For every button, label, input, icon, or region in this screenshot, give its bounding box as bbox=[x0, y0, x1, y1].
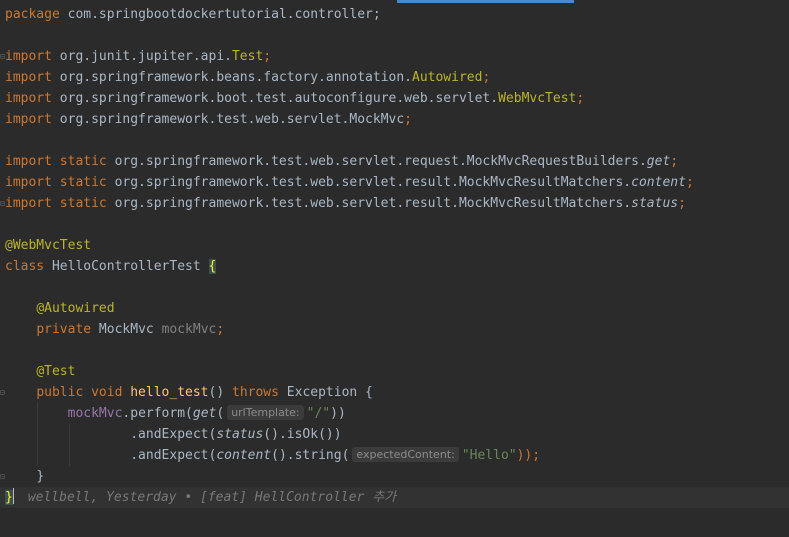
fold-end-icon[interactable]: ⊟ bbox=[0, 473, 5, 481]
closing-brace: } bbox=[36, 469, 45, 484]
code-line-11[interactable] bbox=[0, 214, 789, 235]
annotation: @WebMvcTest bbox=[5, 238, 92, 253]
code-line-15[interactable]: @Autowired bbox=[0, 298, 789, 319]
code-line-1[interactable]: package com.springbootdockertutorial.con… bbox=[0, 4, 789, 25]
method-call: .andExpect( bbox=[130, 448, 217, 463]
keyword: import bbox=[5, 112, 52, 127]
chain-mid: ().string( bbox=[271, 448, 350, 463]
keyword: throws bbox=[232, 385, 279, 400]
keyword: import bbox=[5, 91, 52, 106]
code-line-7[interactable] bbox=[0, 130, 789, 151]
code-line-21[interactable]: .andExpect(status().isOk()) bbox=[0, 424, 789, 445]
semicolon: ; bbox=[216, 322, 225, 337]
parens: () bbox=[208, 385, 232, 400]
code-line-4[interactable]: import org.springframework.beans.factory… bbox=[0, 67, 789, 88]
keyword: import bbox=[5, 49, 52, 64]
semicolon: ; bbox=[685, 175, 694, 190]
method-name: hello_test bbox=[130, 385, 209, 400]
import-class: WebMvcTest bbox=[498, 91, 577, 106]
method-call: .perform( bbox=[122, 406, 193, 421]
code-line-6[interactable]: import org.springframework.test.web.serv… bbox=[0, 109, 789, 130]
string-literal: "/" bbox=[306, 406, 331, 421]
semicolon: ; bbox=[678, 196, 686, 211]
code-line-17[interactable] bbox=[0, 340, 789, 361]
code-editor[interactable]: package com.springbootdockertutorial.con… bbox=[0, 4, 789, 508]
paren: )) bbox=[330, 406, 346, 421]
fold-icon[interactable]: ⊟ bbox=[0, 389, 5, 397]
active-tab-indicator bbox=[397, 0, 574, 3]
keyword: import static bbox=[5, 175, 107, 190]
indent-guide bbox=[37, 403, 38, 424]
statement-end: )); bbox=[516, 448, 541, 463]
keyword: class bbox=[5, 259, 45, 274]
import-path: org.springframework.test.web.servlet.req… bbox=[106, 154, 647, 169]
static-call: get bbox=[192, 406, 217, 421]
semicolon: ; bbox=[576, 91, 585, 106]
exception-type: Exception { bbox=[278, 385, 373, 400]
keyword: public void bbox=[36, 385, 131, 400]
code-line-3[interactable]: ⊟ import org.junit.jupiter.api.Test; bbox=[0, 46, 789, 67]
annotation: @Autowired bbox=[36, 301, 115, 316]
semicolon: ; bbox=[482, 70, 491, 85]
fold-icon[interactable]: ⊟ bbox=[0, 53, 5, 61]
code-line-16[interactable]: private MockMvc mockMvc; bbox=[0, 319, 789, 340]
code-line-23[interactable]: ⊟ } bbox=[0, 466, 789, 487]
keyword: import bbox=[5, 70, 52, 85]
method-call: .andExpect( bbox=[130, 427, 217, 442]
chain-rest: ().isOk()) bbox=[263, 427, 342, 442]
code-line-2[interactable] bbox=[0, 25, 789, 46]
semicolon: ; bbox=[670, 154, 679, 169]
indent-guide bbox=[37, 445, 38, 466]
parameter-hint: urlTemplate: bbox=[227, 405, 304, 420]
code-line-9[interactable]: import static org.springframework.test.w… bbox=[0, 172, 789, 193]
semicolon: ; bbox=[263, 49, 272, 64]
text-caret bbox=[12, 488, 14, 504]
semicolon: ; bbox=[404, 112, 412, 127]
indent-guide bbox=[69, 424, 70, 445]
code-line-10[interactable]: ⊟ import static org.springframework.test.… bbox=[0, 193, 789, 214]
indent-guide bbox=[69, 445, 70, 466]
keyword: private bbox=[36, 322, 92, 337]
import-path: org.springframework.beans.factory.annota… bbox=[51, 70, 412, 85]
paren: ( bbox=[216, 406, 225, 421]
static-member: get bbox=[646, 154, 671, 169]
parameter-hint: expectedContent: bbox=[352, 447, 459, 462]
import-path: org.junit.jupiter.api. bbox=[51, 49, 232, 64]
static-call: content bbox=[216, 448, 272, 463]
indent-guide bbox=[37, 424, 38, 445]
static-call: status bbox=[216, 427, 264, 442]
code-line-22[interactable]: .andExpect(content().string(expectedCont… bbox=[0, 445, 789, 466]
static-member: content bbox=[631, 175, 686, 190]
code-line-24[interactable]: } wellbell, Yesterday • [feat] HellContro… bbox=[0, 487, 789, 508]
import-path: org.springframework.boot.test.autoconfig… bbox=[51, 91, 499, 106]
import-path: org.springframework.test.web.servlet.Moc… bbox=[51, 112, 405, 127]
package-name: com.springbootdockertutorial.controller; bbox=[59, 7, 381, 22]
matched-brace: } bbox=[5, 490, 13, 505]
annotation: @Test bbox=[36, 364, 76, 379]
code-line-8[interactable]: import static org.springframework.test.w… bbox=[0, 151, 789, 172]
keyword: import static bbox=[5, 196, 107, 211]
import-path: org.springframework.test.web.servlet.res… bbox=[106, 175, 632, 190]
code-line-12[interactable]: @WebMvcTest bbox=[0, 235, 789, 256]
code-line-5[interactable]: import org.springframework.boot.test.aut… bbox=[0, 88, 789, 109]
string-literal: "Hello" bbox=[461, 448, 517, 463]
code-line-18[interactable]: @Test bbox=[0, 361, 789, 382]
field-name: mockMvc bbox=[161, 322, 217, 337]
keyword: package bbox=[5, 7, 60, 22]
git-blame-annotation[interactable]: wellbell, Yesterday • [feat] HellControl… bbox=[28, 490, 396, 505]
static-member: status bbox=[631, 196, 679, 211]
field-type: MockMvc bbox=[91, 322, 162, 337]
class-name: HelloControllerTest bbox=[44, 259, 209, 274]
code-line-20[interactable]: mockMvc.perform(get(urlTemplate: "/")) bbox=[0, 403, 789, 424]
matched-brace: { bbox=[208, 259, 217, 274]
code-line-14[interactable] bbox=[0, 277, 789, 298]
import-path: org.springframework.test.web.servlet.res… bbox=[106, 196, 632, 211]
field-ref: mockMvc bbox=[67, 406, 123, 421]
keyword: import static bbox=[5, 154, 107, 169]
code-line-19[interactable]: ⊟ public void hello_test() throws Except… bbox=[0, 382, 789, 403]
code-line-13[interactable]: class HelloControllerTest { bbox=[0, 256, 789, 277]
import-class: Test bbox=[231, 49, 264, 64]
fold-end-icon[interactable]: ⊟ bbox=[0, 200, 5, 208]
import-class: Autowired bbox=[412, 70, 483, 85]
